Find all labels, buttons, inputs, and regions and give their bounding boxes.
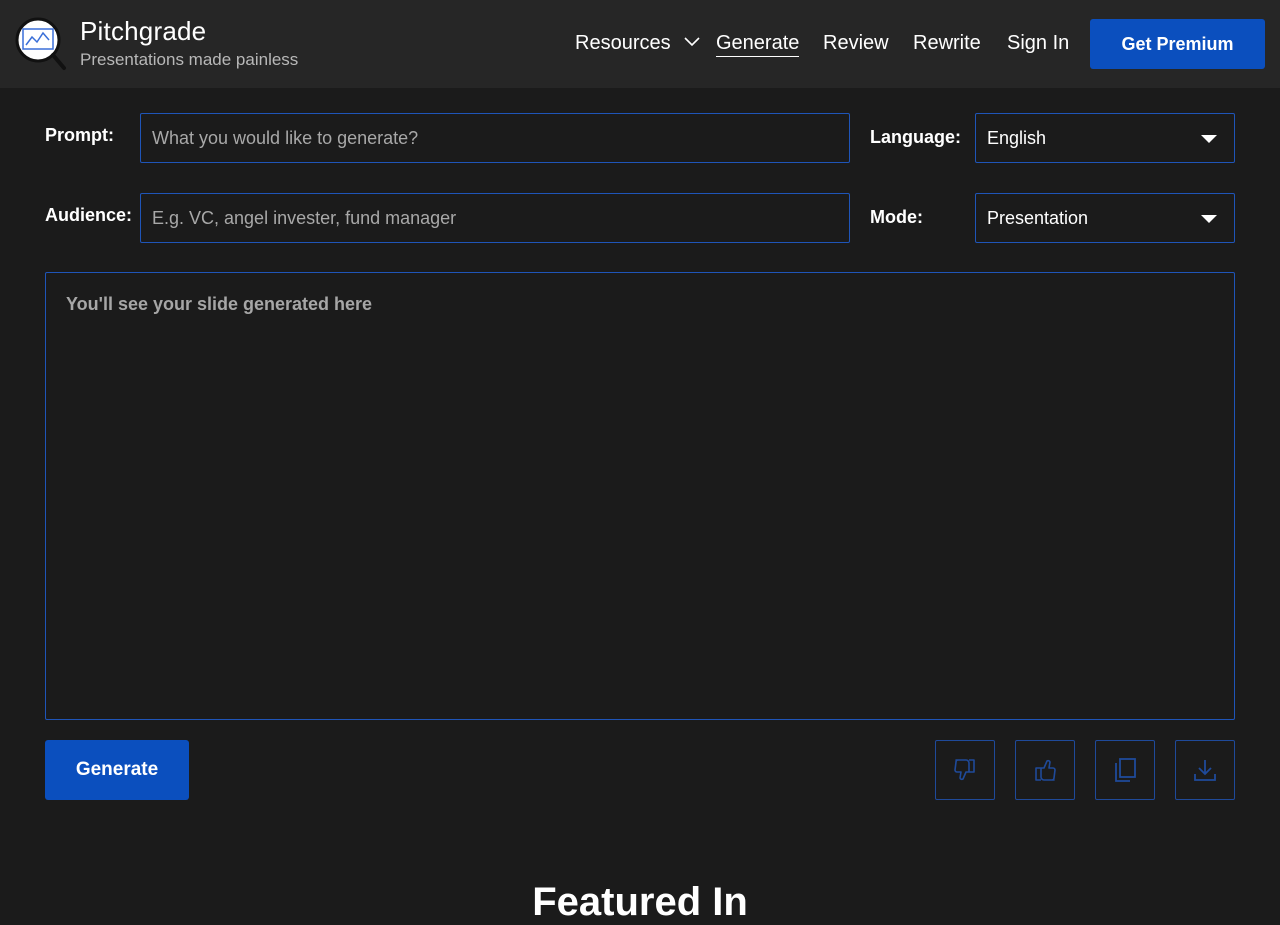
chevron-down-icon	[684, 37, 700, 47]
mode-value: Presentation	[987, 207, 1089, 228]
language-value: English	[987, 127, 1047, 148]
mode-label: Mode:	[870, 207, 923, 227]
brand-tagline: Presentations made painless	[80, 50, 299, 69]
prompt-placeholder: What you would like to generate?	[152, 127, 419, 148]
logo-magnifier-icon[interactable]	[14, 16, 68, 72]
nav-resources[interactable]: Resources	[575, 32, 700, 55]
audience-placeholder: E.g. VC, angel invester, fund manager	[152, 207, 457, 228]
caret-down-icon	[1201, 135, 1217, 143]
caret-down-icon	[1201, 215, 1217, 223]
copy-icon	[1115, 758, 1136, 782]
prompt-input[interactable]: What you would like to generate?	[140, 113, 850, 163]
thumbs-up-button[interactable]	[1015, 740, 1075, 800]
download-icon	[1194, 760, 1216, 781]
download-button[interactable]	[1175, 740, 1235, 800]
nav-resources-label: Resources	[575, 32, 671, 54]
copy-button[interactable]	[1095, 740, 1155, 800]
audience-label: Audience:	[45, 205, 133, 225]
thumbs-up-icon	[1035, 759, 1056, 781]
thumbs-down-button[interactable]	[935, 740, 995, 800]
output-placeholder: You'll see your slide generated here	[66, 294, 373, 314]
thumbs-down-icon	[954, 759, 975, 781]
slide-output-area[interactable]: You'll see your slide generated here	[45, 272, 1235, 720]
nav-review[interactable]: Review	[823, 32, 889, 55]
featured-heading: Featured In	[532, 880, 748, 924]
nav-generate[interactable]: Generate	[716, 32, 800, 57]
nav-sign-in[interactable]: Sign In	[1007, 32, 1069, 55]
top-header: Pitchgrade Presentations made painless R…	[0, 0, 1280, 88]
brand-name[interactable]: Pitchgrade	[80, 16, 206, 47]
language-select[interactable]: English	[975, 113, 1235, 163]
audience-input[interactable]: E.g. VC, angel invester, fund manager	[140, 193, 850, 243]
nav-rewrite[interactable]: Rewrite	[913, 32, 981, 55]
mode-select[interactable]: Presentation	[975, 193, 1235, 243]
get-premium-button[interactable]: Get Premium	[1090, 19, 1265, 69]
generate-button[interactable]: Generate	[45, 740, 189, 800]
language-label: Language:	[870, 127, 962, 147]
prompt-label: Prompt:	[45, 125, 114, 145]
